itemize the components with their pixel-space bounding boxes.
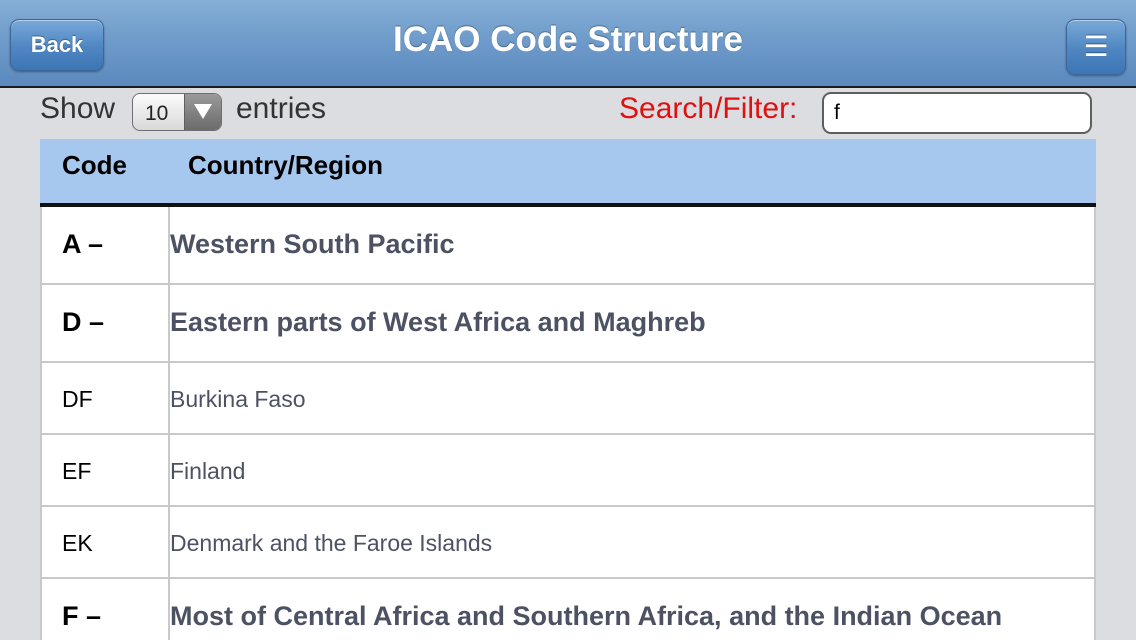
code-cell: D –	[62, 307, 105, 337]
search-filter-input[interactable]	[822, 92, 1092, 134]
country-region-cell: Most of Central Africa and Southern Afri…	[170, 601, 1003, 631]
dropdown-arrow-icon	[184, 94, 221, 130]
country-region-cell: Western South Pacific	[170, 229, 455, 259]
code-cell: F –	[62, 601, 102, 631]
table-header: Code Country/Region	[40, 139, 1096, 207]
entries-label: entries	[236, 92, 327, 125]
column-header-code[interactable]: Code	[62, 150, 127, 181]
app-screen: Back ICAO Code Structure ☰ Show 10 entri…	[0, 0, 1136, 640]
menu-button[interactable]: ☰	[1066, 19, 1126, 75]
table-row[interactable]: EF Finland	[40, 435, 1096, 507]
country-region-cell: Eastern parts of West Africa and Maghreb	[170, 307, 706, 337]
nav-bar: Back ICAO Code Structure ☰	[0, 0, 1136, 88]
page-size-value: 10	[145, 102, 169, 125]
hamburger-icon: ☰	[1083, 31, 1109, 62]
table-row[interactable]: F – Most of Central Africa and Southern …	[40, 579, 1096, 640]
country-region-cell: Denmark and the Faroe Islands	[170, 530, 493, 556]
code-cell: A –	[62, 229, 104, 259]
column-header-country-region[interactable]: Country/Region	[188, 150, 383, 181]
code-cell: DF	[62, 386, 93, 412]
table-row[interactable]: DF Burkina Faso	[40, 363, 1096, 435]
show-label: Show	[40, 92, 116, 125]
country-region-cell: Burkina Faso	[170, 386, 306, 412]
table-row[interactable]: A – Western South Pacific	[40, 207, 1096, 285]
search-filter-label: Search/Filter:	[619, 92, 798, 125]
table-row[interactable]: D – Eastern parts of West Africa and Mag…	[40, 285, 1096, 363]
code-cell: EK	[62, 530, 93, 556]
page-title: ICAO Code Structure	[392, 20, 744, 59]
icao-code-table: Code Country/Region A – Western South Pa…	[40, 139, 1096, 640]
page-size-select[interactable]: 10	[132, 93, 222, 131]
code-cell: EF	[62, 458, 92, 484]
table-row[interactable]: EK Denmark and the Faroe Islands	[40, 507, 1096, 579]
country-region-cell: Finland	[170, 458, 246, 484]
